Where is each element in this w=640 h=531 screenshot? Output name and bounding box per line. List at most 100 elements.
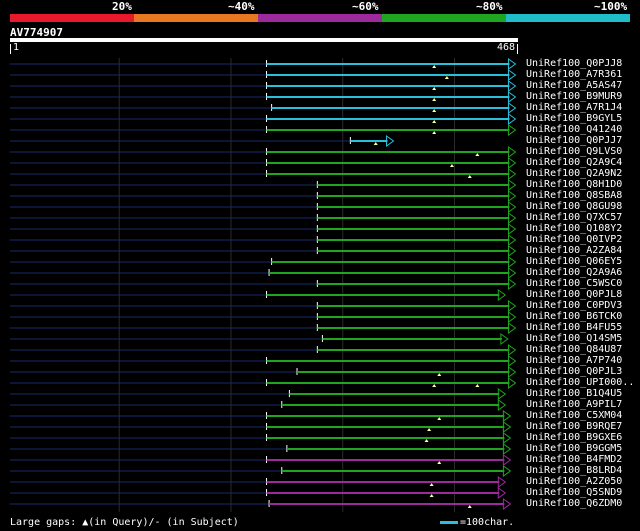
- hit-arrow-head: [497, 399, 507, 411]
- legend-segment: [134, 14, 258, 22]
- query-gap-mark: [432, 384, 437, 387]
- hit-label[interactable]: UniRef100_Q06EY5: [526, 256, 622, 267]
- hit-arrow-head: [507, 311, 517, 323]
- hit-label[interactable]: UniRef100_Q9LVS0: [526, 146, 622, 157]
- hit-label[interactable]: UniRef100_B4FU55: [526, 322, 622, 333]
- hit-label[interactable]: UniRef100_A7R361: [526, 69, 622, 80]
- query-gap-mark: [432, 87, 437, 90]
- hit-label[interactable]: UniRef100_A7R1J4: [526, 102, 622, 113]
- hit-arrow-head: [386, 135, 395, 147]
- legend-segment: [10, 14, 134, 22]
- legend-label-40: ~40%: [228, 0, 255, 13]
- query-gap-mark: [432, 120, 437, 123]
- hit-label[interactable]: UniRef100_Q2A9C4: [526, 157, 622, 168]
- query-gap-mark: [437, 373, 442, 376]
- hit-label[interactable]: UniRef100_Q2A9A6: [526, 267, 622, 278]
- hit-label[interactable]: UniRef100_C0PDV3: [526, 300, 622, 311]
- hit-arrow-head: [507, 322, 517, 334]
- hit-label[interactable]: UniRef100_Q108Y2: [526, 223, 622, 234]
- hit-label[interactable]: UniRef100_Q8H1D0: [526, 179, 622, 190]
- hit-label[interactable]: UniRef100_B6TCK0: [526, 311, 622, 322]
- scale-legend: =100char.: [440, 517, 514, 528]
- hit-arrow-head: [502, 432, 512, 444]
- hit-arrow-head: [507, 179, 517, 191]
- hit-label[interactable]: UniRef100_Q14SM5: [526, 333, 622, 344]
- hit-label[interactable]: UniRef100_A2Z050: [526, 476, 622, 487]
- query-gap-mark: [432, 98, 437, 101]
- hit-label[interactable]: UniRef100_Q0PJJ7: [526, 135, 622, 146]
- identity-legend-bar: [10, 14, 630, 22]
- query-gap-mark: [432, 109, 437, 112]
- query-gap-mark: [429, 494, 434, 497]
- query-gap-mark: [427, 428, 432, 431]
- legend-segment: [258, 14, 382, 22]
- query-gap-mark: [373, 142, 378, 145]
- hit-label[interactable]: UniRef100_C5XM04: [526, 410, 622, 421]
- hit-arrow-head: [507, 212, 517, 224]
- hit-label[interactable]: UniRef100_B9GGM5: [526, 443, 622, 454]
- hit-arrow-head: [507, 256, 517, 268]
- hit-arrow-head: [502, 410, 512, 422]
- hit-label[interactable]: UniRef100_A2ZA84: [526, 245, 622, 256]
- scale-start-label: 1: [13, 42, 20, 53]
- hit-arrow-head: [497, 388, 507, 400]
- hit-label[interactable]: UniRef100_C5WSC0: [526, 278, 622, 289]
- query-gap-mark: [444, 76, 449, 79]
- hit-label[interactable]: UniRef100_Q84U87: [526, 344, 622, 355]
- legend-label-100: ~100%: [594, 0, 628, 13]
- hit-arrow-head: [507, 113, 517, 125]
- query-gap-mark: [437, 461, 442, 464]
- hit-arrow-head: [507, 267, 517, 279]
- legend-label-60: ~60%: [352, 0, 379, 13]
- hit-label[interactable]: UniRef100_A5AS47: [526, 80, 622, 91]
- hit-arrow-head: [507, 201, 517, 213]
- query-gap-mark: [432, 131, 437, 134]
- hit-arrow-head: [507, 278, 517, 290]
- legend-label-80: ~80%: [476, 0, 503, 13]
- hit-arrow-head: [502, 454, 512, 466]
- hit-label[interactable]: UniRef100_B9GXE6: [526, 432, 622, 443]
- query-gap-mark: [475, 153, 480, 156]
- hit-label[interactable]: UniRef100_Q8GU98: [526, 201, 622, 212]
- hit-label[interactable]: UniRef100_Q41240: [526, 124, 622, 135]
- hit-arrow-head: [507, 58, 517, 70]
- scale-legend-text: =100char.: [460, 517, 515, 528]
- hit-arrow-head: [507, 223, 517, 235]
- hit-arrow-head: [500, 333, 509, 345]
- hit-label[interactable]: UniRef100_B9RQE7: [526, 421, 622, 432]
- hit-arrow-head: [507, 146, 517, 158]
- hit-label[interactable]: UniRef100_B8LRD4: [526, 465, 622, 476]
- hit-arrow-head: [507, 91, 517, 103]
- legend-label-20: 20%: [112, 0, 132, 13]
- hit-arrow-head: [502, 498, 512, 510]
- hit-arrow-head: [507, 300, 517, 312]
- hit-arrow-head: [507, 366, 517, 378]
- hit-arrow-head: [502, 443, 512, 455]
- hit-label[interactable]: UniRef100_Q2A9N2: [526, 168, 622, 179]
- hit-label[interactable]: UniRef100_Q0IVP2: [526, 234, 622, 245]
- hit-arrow-head: [507, 190, 517, 202]
- hit-label[interactable]: UniRef100_B1Q4U5: [526, 388, 622, 399]
- query-gap-mark: [467, 505, 472, 508]
- hit-label[interactable]: UniRef100_UPI000..: [526, 377, 634, 388]
- hit-label[interactable]: UniRef100_B9GYL5: [526, 113, 622, 124]
- hit-label[interactable]: UniRef100_Q0PJL8: [526, 289, 622, 300]
- scale-end-label: 468: [496, 42, 515, 53]
- hit-label[interactable]: UniRef100_Q0PJJ8: [526, 58, 622, 69]
- hit-label[interactable]: UniRef100_A9PIL7: [526, 399, 622, 410]
- hit-arrow-head: [507, 377, 517, 389]
- hit-label[interactable]: UniRef100_Q7XC57: [526, 212, 622, 223]
- hit-arrow-head: [497, 476, 507, 488]
- query-gap-mark: [467, 175, 472, 178]
- hit-label[interactable]: UniRef100_Q0PJL3: [526, 366, 622, 377]
- hit-label[interactable]: UniRef100_A7P740: [526, 355, 622, 366]
- hit-label[interactable]: UniRef100_Q5SND9: [526, 487, 622, 498]
- hit-label[interactable]: UniRef100_Q8SBA8: [526, 190, 622, 201]
- query-bar: [10, 38, 518, 42]
- hit-label[interactable]: UniRef100_B9MUR9: [526, 91, 622, 102]
- hit-arrow-head: [507, 124, 517, 136]
- hit-label[interactable]: UniRef100_B4FMD2: [526, 454, 622, 465]
- hit-label[interactable]: UniRef100_Q6ZDM0: [526, 498, 622, 509]
- hit-arrow-head: [507, 157, 517, 169]
- hit-arrow-head: [507, 234, 517, 246]
